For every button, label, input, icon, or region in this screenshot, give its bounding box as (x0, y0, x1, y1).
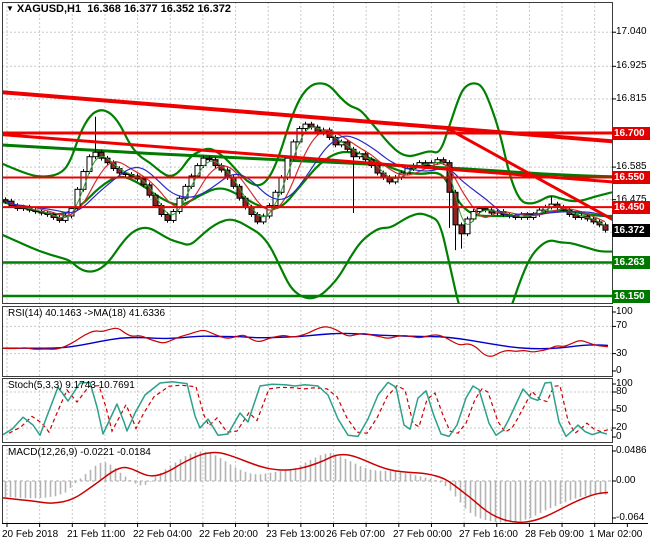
price-tick: 16.925 (616, 60, 647, 72)
ohlc-quote: 16.368 16.377 16.352 16.372 (87, 3, 231, 15)
time-axis-label: 23 Feb 13:00 (266, 529, 325, 540)
price-tick: 17.040 (616, 26, 647, 38)
price-badge-black: 16.372 (612, 223, 650, 237)
rsi-tick: 100 (616, 306, 633, 317)
macd-tick: -0.064 (616, 512, 645, 523)
price-tick: 16.815 (616, 92, 647, 104)
price-badge-red: 16.700 (612, 126, 650, 140)
macd-tick: 0.0486 (616, 445, 647, 456)
main-price-panel[interactable] (2, 2, 612, 303)
trading-chart-window: ▼ XAGUSD,H1 16.368 16.377 16.352 16.372 R… (0, 0, 650, 550)
time-axis-label: 20 Feb 2018 (2, 529, 59, 540)
time-axis-label: 1 Mar 02:00 (589, 529, 643, 540)
symbol-timeframe: XAGUSD,H1 (16, 3, 82, 15)
price-badge-red: 16.450 (612, 200, 650, 214)
stoch-label: Stoch(5,3,3) 9.1743 10.7691 (8, 380, 135, 391)
rsi-tick: 70 (616, 320, 628, 332)
stoch-tick: 80 (616, 386, 628, 397)
macd-label: MACD(12,26,9) -0.0221 -0.0184 (8, 447, 151, 458)
time-axis-label: 22 Feb 04:00 (133, 529, 192, 540)
time-axis-label: 21 Feb 11:00 (67, 529, 126, 540)
time-axis-label: 28 Feb 09:00 (525, 529, 584, 540)
stoch-tick: 50 (616, 404, 628, 415)
rsi-label: RSI(14) 40.1463 ->MA(18) 41.6336 (8, 308, 166, 319)
time-axis-label: 27 Feb 00:00 (393, 529, 452, 540)
time-axis-label: 26 Feb 07:00 (326, 529, 385, 540)
stoch-tick: 0 (616, 431, 622, 442)
time-axis-label: 27 Feb 16:00 (459, 529, 518, 540)
price-badge-green: 16.263 (612, 256, 650, 270)
time-axis-label: 22 Feb 20:00 (199, 529, 258, 540)
rsi-tick: 30 (616, 347, 628, 359)
price-badge-red: 16.550 (612, 170, 650, 184)
price-badge-green: 16.150 (612, 289, 650, 303)
macd-tick: 0.00 (616, 475, 636, 486)
symbol-dropdown-icon: ▼ (6, 4, 14, 13)
chart-title: ▼ XAGUSD,H1 16.368 16.377 16.352 16.372 (6, 3, 231, 15)
rsi-tick: 0 (616, 365, 622, 376)
